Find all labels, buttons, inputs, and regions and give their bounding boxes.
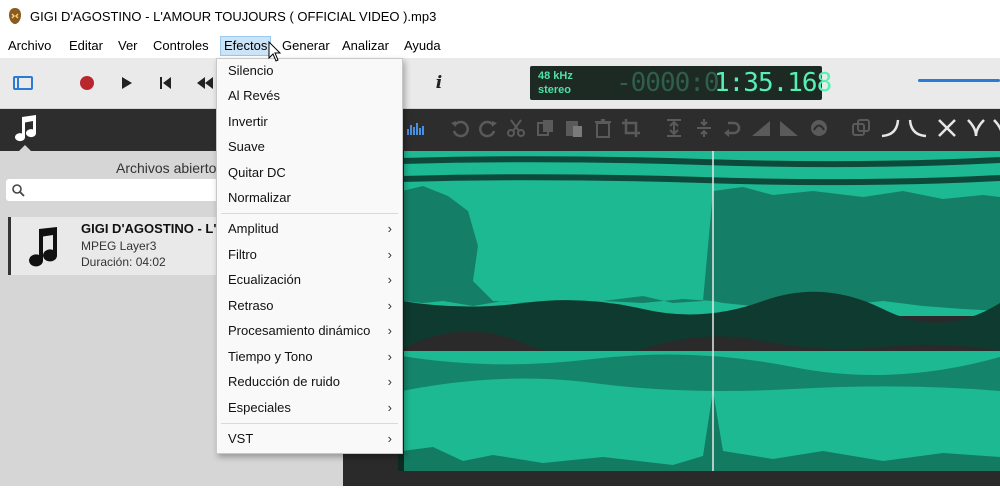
menu-analizar[interactable]: Analizar [342, 37, 389, 55]
menu-ver[interactable]: Ver [118, 37, 138, 55]
redo-icon[interactable] [477, 117, 499, 139]
file-duration: Duración: 04:02 [81, 255, 166, 269]
sample-rate: 48 kHz [538, 70, 573, 82]
menu-item-al-reves[interactable]: Al Revés [217, 84, 402, 108]
menu-controles[interactable]: Controles [153, 37, 209, 55]
panel-title: Archivos abiertos [116, 160, 224, 176]
current-time: 1:35.168 [714, 68, 832, 98]
effects-menu: Silencio Al Revés Invertir Suave Quitar … [216, 58, 403, 454]
undo-icon[interactable] [449, 117, 471, 139]
menu-separator [221, 423, 398, 424]
waveform-editor[interactable] [343, 151, 1000, 486]
normalize-icon[interactable] [808, 117, 830, 139]
menu-ayuda[interactable]: Ayuda [404, 37, 441, 55]
info-icon[interactable]: i [426, 70, 452, 96]
menu-generar[interactable]: Generar [282, 37, 330, 55]
menu-item-vst[interactable]: VST › [217, 427, 402, 451]
fade-in-icon[interactable] [750, 117, 772, 139]
menu-separator [221, 213, 398, 214]
menu-efectos[interactable]: Efectos [219, 36, 272, 56]
window-title: GIGI D'AGOSTINO - L'AMOUR TOUJOURS ( OFF… [30, 9, 437, 24]
spectrum-icon[interactable] [405, 117, 427, 139]
music-file-icon [29, 227, 58, 267]
time-display: 48 kHz stereo -0000:0 1:35.168 [530, 66, 832, 100]
cut-icon[interactable] [505, 117, 527, 139]
file-format: MPEG Layer3 [81, 239, 157, 253]
curve-up-icon[interactable] [879, 117, 901, 139]
menu-editar[interactable]: Editar [69, 37, 103, 55]
chevron-right-icon: › [387, 298, 392, 313]
chevron-right-icon: › [387, 323, 392, 338]
waveform [343, 151, 1000, 486]
loop-icon[interactable] [720, 117, 742, 139]
menu-item-procesamiento-dinamico[interactable]: Procesamiento dinámico › [217, 319, 402, 343]
curve-down-icon[interactable] [907, 117, 929, 139]
menu-item-suave[interactable]: Suave [217, 135, 402, 159]
menu-item-reduccion-de-ruido[interactable]: Reducción de ruido › [217, 370, 402, 394]
rewind-icon[interactable] [191, 70, 217, 96]
time-leading-zeros: -0000:0 [616, 68, 720, 98]
chevron-right-icon: › [387, 431, 392, 446]
editor-toolbar [0, 109, 1000, 151]
curve-more-icon[interactable] [991, 117, 1000, 139]
chevron-right-icon: › [387, 400, 392, 415]
play-icon[interactable] [113, 70, 139, 96]
fade-out-icon[interactable] [778, 117, 800, 139]
mouse-cursor-icon [268, 41, 282, 62]
paste-icon[interactable] [563, 117, 585, 139]
menu-bar: Archivo Editar Ver Controles Efectos Gen… [0, 34, 1000, 58]
chevron-right-icon: › [387, 221, 392, 236]
duplicate-icon[interactable] [850, 117, 872, 139]
expand-vertical-icon[interactable] [663, 117, 685, 139]
volume-slider[interactable] [918, 79, 1000, 82]
menu-item-amplitud[interactable]: Amplitud › [217, 217, 402, 241]
chevron-right-icon: › [387, 247, 392, 262]
search-icon [12, 184, 25, 197]
mixer-view-icon[interactable] [10, 70, 36, 96]
chevron-right-icon: › [387, 272, 392, 287]
chevron-right-icon: › [387, 349, 392, 364]
menu-item-invertir[interactable]: Invertir [217, 110, 402, 134]
menu-archivo[interactable]: Archivo [8, 37, 51, 55]
delete-icon[interactable] [592, 117, 614, 139]
menu-item-especiales[interactable]: Especiales › [217, 396, 402, 420]
menu-item-quitar-dc[interactable]: Quitar DC [217, 161, 402, 185]
menu-item-silencio[interactable]: Silencio [217, 59, 402, 83]
fork-curve-icon[interactable] [965, 117, 987, 139]
crop-icon[interactable] [620, 117, 642, 139]
channel-mode: stereo [538, 84, 572, 96]
record-icon[interactable] [74, 70, 100, 96]
transport-toolbar: i [0, 58, 1000, 109]
chevron-right-icon: › [387, 374, 392, 389]
compress-vertical-icon[interactable] [693, 117, 715, 139]
music-note-icon[interactable] [10, 113, 42, 145]
app-icon [9, 8, 21, 24]
copy-icon[interactable] [535, 117, 557, 139]
menu-item-normalizar[interactable]: Normalizar [217, 186, 402, 210]
menu-item-tiempo-y-tono[interactable]: Tiempo y Tono › [217, 345, 402, 369]
title-bar: GIGI D'AGOSTINO - L'AMOUR TOUJOURS ( OFF… [0, 0, 1000, 34]
skip-to-start-icon[interactable] [152, 70, 178, 96]
crossfade-icon[interactable] [936, 117, 958, 139]
menu-item-filtro[interactable]: Filtro › [217, 243, 402, 267]
menu-item-retraso[interactable]: Retraso › [217, 294, 402, 318]
menu-item-ecualizacion[interactable]: Ecualización › [217, 268, 402, 292]
